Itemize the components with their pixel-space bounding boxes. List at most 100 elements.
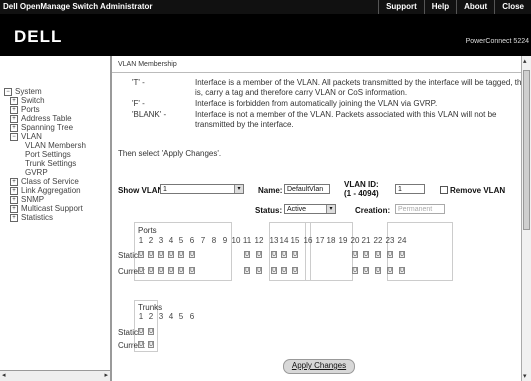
scroll-up-icon[interactable]: ▴ xyxy=(523,57,527,65)
tree-expander-icon[interactable]: + xyxy=(10,195,18,204)
tree-item-port-settings[interactable]: Port Settings xyxy=(25,150,71,159)
static-membership-cell[interactable]: U xyxy=(271,251,277,258)
current-membership-cell: U xyxy=(271,267,277,274)
static-membership-cell[interactable]: U xyxy=(189,251,195,258)
creation-label: Creation: xyxy=(355,206,391,215)
static-membership-cell[interactable]: U xyxy=(363,251,369,258)
static-membership-cell[interactable]: U xyxy=(387,251,393,258)
current-membership-cell: U xyxy=(256,267,262,274)
port-number: 19 xyxy=(338,236,348,245)
divider xyxy=(112,72,521,73)
tree-item-system[interactable]: − System xyxy=(4,87,42,96)
vlan-id-field[interactable]: 1 xyxy=(395,184,425,194)
tree-expander-icon[interactable]: + xyxy=(10,186,18,195)
tree-expander-icon[interactable]: + xyxy=(10,204,18,213)
tree-expander-icon[interactable]: + xyxy=(10,105,18,114)
product-name: PowerConnect 5224 xyxy=(465,38,529,45)
scroll-thumb[interactable] xyxy=(523,70,530,230)
static-membership-cell[interactable]: U xyxy=(352,251,358,258)
show-vlan-select[interactable]: 1 ▾ xyxy=(160,184,244,194)
tree-item-trunk-settings[interactable]: Trunk Settings xyxy=(25,159,76,168)
static-membership-cell[interactable]: U xyxy=(399,251,405,258)
static-membership-cell[interactable]: U xyxy=(256,251,262,258)
apply-changes-button[interactable]: Apply Changes xyxy=(283,359,355,374)
tree-item-vlan-membership[interactable]: VLAN Membersh xyxy=(25,141,86,150)
tree-item-vlan[interactable]: − VLAN xyxy=(10,132,42,141)
static-membership-cell[interactable]: U xyxy=(292,251,298,258)
trunks-header: Trunks xyxy=(138,303,163,312)
name-field[interactable]: DefaultVlan xyxy=(284,184,330,194)
tree-item-snmp[interactable]: + SNMP xyxy=(10,195,44,204)
support-link[interactable]: Support xyxy=(378,0,424,14)
help-link[interactable]: Help xyxy=(423,0,456,14)
tree-expander-icon[interactable]: + xyxy=(10,96,18,105)
tree-expander-icon[interactable]: + xyxy=(10,213,18,222)
scroll-left-icon[interactable]: ◂ xyxy=(2,371,6,381)
tree-item-switch[interactable]: + Switch xyxy=(10,96,45,105)
static-membership-cell[interactable]: U xyxy=(148,251,154,258)
static-membership-cell[interactable]: U xyxy=(138,328,144,335)
port-number: 6 xyxy=(189,236,195,245)
static-membership-cell[interactable]: U xyxy=(168,251,174,258)
static-membership-cell[interactable]: U xyxy=(178,251,184,258)
port-number: 11 xyxy=(242,236,252,245)
port-number: 9 xyxy=(222,236,228,245)
tree-item-spanning-tree[interactable]: + Spanning Tree xyxy=(10,123,73,132)
creation-field: Permanent xyxy=(395,204,445,214)
vlan-id-label: VLAN ID: xyxy=(344,180,379,189)
tree-item-statistics[interactable]: + Statistics xyxy=(10,213,53,222)
show-vlan-label: Show VLAN: xyxy=(118,186,166,195)
scroll-right-icon[interactable]: ▸ xyxy=(104,371,108,381)
current-membership-cell: U xyxy=(352,267,358,274)
static-membership-cell[interactable]: U xyxy=(148,328,154,335)
port-number: 13 xyxy=(269,236,279,245)
static-membership-cell[interactable]: U xyxy=(138,251,144,258)
static-membership-cell[interactable]: U xyxy=(375,251,381,258)
port-number: 21 xyxy=(361,236,371,245)
port-number: 2 xyxy=(148,312,154,321)
top-nav: Support Help About Close xyxy=(378,0,531,14)
scroll-down-icon[interactable]: ▾ xyxy=(523,372,527,380)
port-number: 15 xyxy=(290,236,300,245)
port-number: 18 xyxy=(326,236,336,245)
legend-tagged: 'T' - Interface is a member of the VLAN.… xyxy=(132,78,528,100)
tree-item-link-aggregation[interactable]: + Link Aggregation xyxy=(10,186,81,195)
trunks-static-label: Static xyxy=(118,328,139,337)
port-number: 4 xyxy=(168,312,174,321)
port-number: 1 xyxy=(138,312,144,321)
tree-item-class-of-service[interactable]: + Class of Service xyxy=(10,177,79,186)
tree-item-ports[interactable]: + Ports xyxy=(10,105,40,114)
ports-group-box xyxy=(305,222,353,281)
tree-item-multicast-support[interactable]: + Multicast Support xyxy=(10,204,83,213)
port-number: 24 xyxy=(397,236,407,245)
sidebar-horizontal-scrollbar[interactable]: ◂ ▸ xyxy=(0,370,110,381)
tree-expander-icon[interactable]: + xyxy=(10,114,18,123)
port-number: 20 xyxy=(350,236,360,245)
dropdown-arrow-icon[interactable]: ▾ xyxy=(326,205,335,213)
port-number: 8 xyxy=(211,236,217,245)
dropdown-arrow-icon[interactable]: ▾ xyxy=(234,185,243,193)
close-link[interactable]: Close xyxy=(494,0,531,14)
main-vertical-scrollbar[interactable]: ▴ ▾ xyxy=(521,56,531,381)
static-membership-cell[interactable]: U xyxy=(281,251,287,258)
static-membership-cell[interactable]: U xyxy=(244,251,250,258)
tree-expander-icon[interactable]: + xyxy=(10,123,18,132)
status-select[interactable]: Active ▾ xyxy=(284,204,336,214)
tree-expander-icon[interactable]: + xyxy=(10,177,18,186)
tree-item-address-table[interactable]: + Address Table xyxy=(10,114,72,123)
about-link[interactable]: About xyxy=(456,0,494,14)
current-membership-cell: U xyxy=(387,267,393,274)
tree-expander-icon[interactable]: − xyxy=(4,87,12,96)
current-membership-cell: U xyxy=(281,267,287,274)
port-number: 1 xyxy=(138,236,144,245)
remove-vlan-checkbox[interactable] xyxy=(440,186,448,194)
banner: DELL PowerConnect 5224 xyxy=(0,14,531,56)
port-number: 22 xyxy=(373,236,383,245)
tree-item-gvrp[interactable]: GVRP xyxy=(25,168,48,177)
port-number: 3 xyxy=(158,236,164,245)
port-number: 5 xyxy=(178,236,184,245)
title-bar: Dell OpenManage Switch Administrator Sup… xyxy=(0,0,531,14)
static-membership-cell[interactable]: U xyxy=(158,251,164,258)
tree-expander-icon[interactable]: − xyxy=(10,132,18,141)
legend-blank: 'BLANK' - Interface is not a member of t… xyxy=(132,110,522,132)
